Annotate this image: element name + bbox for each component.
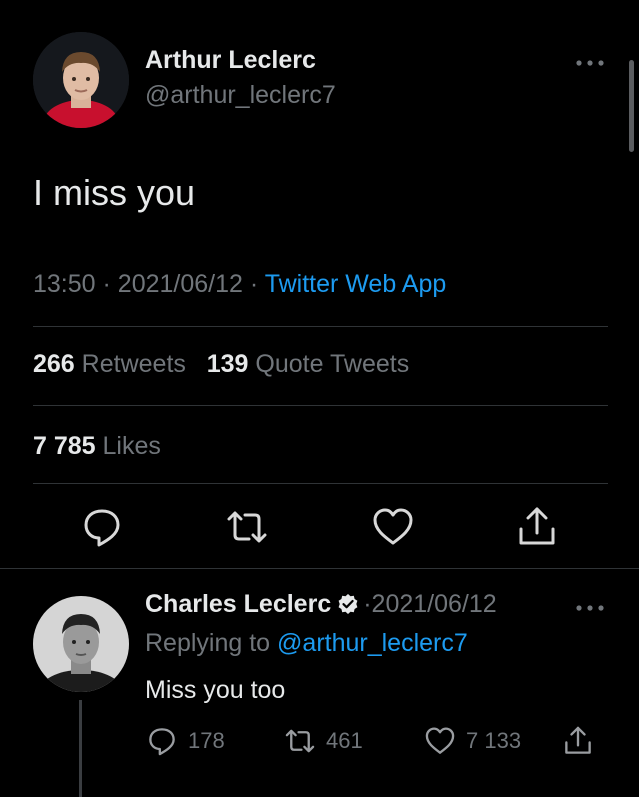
replying-to: Replying to @arthur_leclerc7 — [145, 629, 468, 658]
divider — [33, 483, 608, 484]
more-options-icon[interactable] — [574, 48, 606, 74]
likes-label: Likes — [102, 432, 161, 460]
reply-icon — [149, 728, 175, 756]
likes-link[interactable]: 7 785 Likes — [33, 432, 161, 460]
quote-tweets-link[interactable]: 139 Quote Tweets — [207, 350, 409, 378]
author-name[interactable]: Arthur Leclerc — [145, 46, 316, 75]
retweet-icon[interactable] — [225, 505, 269, 549]
tweet-source-link[interactable]: Twitter Web App — [265, 270, 447, 298]
reply-retweet-count: 461 — [326, 728, 363, 753]
meta-separator: · — [249, 270, 259, 298]
reply-separator: · — [363, 590, 372, 618]
retweets-count: 266 — [33, 350, 75, 378]
scrollbar[interactable] — [629, 60, 634, 152]
quotes-count: 139 — [206, 350, 249, 378]
retweets-label: Retweets — [81, 350, 186, 378]
retweets-link[interactable]: 266 Retweets — [33, 350, 186, 378]
reply-action-bar: 178 461 7 133 — [0, 723, 639, 759]
avatar-image — [33, 32, 129, 128]
reply-header: Charles Leclerc ·2021/06/12 — [145, 590, 497, 622]
share-icon — [565, 726, 591, 754]
share-icon[interactable] — [515, 505, 559, 549]
tweet-time[interactable]: 13:50 — [33, 270, 96, 298]
reply-author-name[interactable]: Charles Leclerc — [145, 590, 331, 618]
replying-prefix: Replying to — [145, 629, 271, 657]
replying-mention-link[interactable]: @arthur_leclerc7 — [277, 629, 468, 657]
reply-date[interactable]: 2021/06/12 — [372, 590, 497, 618]
avatar-image — [33, 596, 129, 692]
tweet-text: I miss you — [33, 172, 196, 213]
divider — [33, 405, 608, 406]
meta-separator: · — [102, 270, 111, 298]
likes-count: 7 785 — [33, 432, 96, 460]
tweet-action-bar — [0, 505, 639, 549]
quotes-label: Quote Tweets — [255, 350, 410, 378]
reply-icon[interactable] — [80, 505, 124, 549]
tweet-meta: 13:50 · 2021/06/12 · Twitter Web App — [33, 270, 446, 299]
likes-stats: 7 785 Likes — [33, 432, 161, 461]
verified-badge-icon — [337, 593, 359, 622]
like-heart-icon[interactable] — [371, 505, 415, 549]
retweet-stats: 266 Retweets 139 Quote Tweets — [33, 350, 409, 379]
reply-share-button[interactable] — [562, 723, 604, 759]
reply-like-count: 7 133 — [466, 728, 522, 753]
reply-more-options-icon[interactable] — [574, 593, 606, 619]
tweet-date[interactable]: 2021/06/12 — [118, 270, 243, 298]
reply-retweet-button[interactable]: 461 — [284, 723, 363, 759]
reply-reply-count: 178 — [188, 728, 225, 753]
divider — [33, 326, 608, 327]
author-avatar[interactable] — [33, 32, 129, 128]
author-handle[interactable]: @arthur_leclerc7 — [145, 81, 336, 110]
reply-text: Miss you too — [145, 676, 286, 704]
heart-icon — [425, 727, 455, 754]
reply-author-avatar[interactable] — [33, 596, 129, 692]
reply-reply-button[interactable]: 178 — [146, 723, 225, 759]
thread-separator — [0, 568, 639, 569]
retweet-icon — [285, 729, 315, 753]
reply-like-button[interactable]: 7 133 — [424, 723, 521, 759]
